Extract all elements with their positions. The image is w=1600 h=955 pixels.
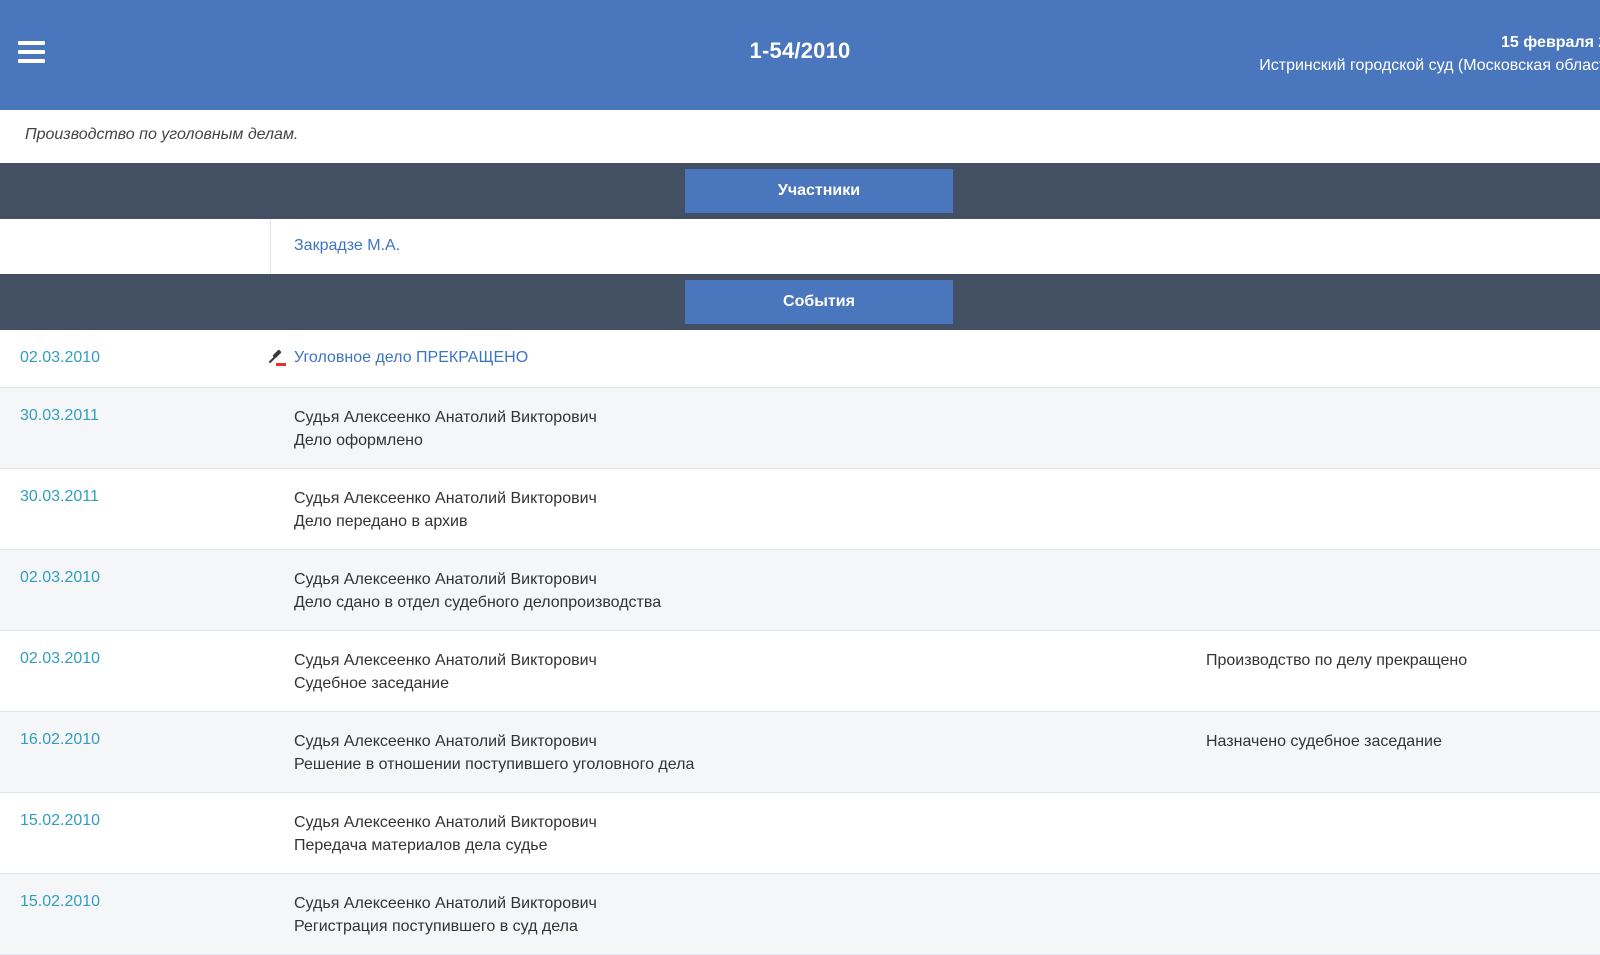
event-description: Судья Алексеенко Анатолий Викторович Суд… [294, 649, 597, 695]
event-description: Судья Алексеенко Анатолий Викторович Дел… [294, 406, 597, 452]
event-date-link[interactable]: 16.02.2010 [20, 731, 100, 749]
event-date-link[interactable]: 15.02.2010 [20, 812, 100, 830]
event-description: Судья Алексеенко Анатолий Викторович Реш… [294, 730, 694, 776]
app-header: 1-54/2010 15 февраля 2010 Истринский гор… [0, 0, 1600, 110]
event-action: Судебное заседание [294, 675, 450, 692]
proceeding-type-label: Производство по уголовным делам. [25, 126, 299, 143]
column-divider [270, 219, 271, 274]
participants-section-bar: Участники [0, 163, 1600, 219]
event-action: Дело передано в архив [294, 513, 468, 530]
event-judge: Судья Алексеенко Анатолий Викторович [294, 409, 597, 426]
event-row: 02.03.2010 Судья Алексеенко Анатолий Вик… [0, 550, 1600, 631]
event-description: Судья Алексеенко Анатолий Викторович Дел… [294, 568, 661, 614]
event-row: 16.02.2010 Судья Алексеенко Анатолий Вик… [0, 712, 1600, 793]
event-judge: Судья Алексеенко Анатолий Викторович [294, 571, 597, 588]
event-description: Судья Алексеенко Анатолий Викторович Рег… [294, 892, 597, 938]
event-judge: Судья Алексеенко Анатолий Викторович [294, 895, 597, 912]
event-date-link[interactable]: 30.03.2011 [20, 407, 99, 425]
events-section-bar: События [0, 274, 1600, 330]
event-action: Регистрация поступившего в суд дела [294, 918, 578, 935]
event-date-link[interactable]: 02.03.2010 [20, 650, 100, 668]
event-row: 15.02.2010 Судья Алексеенко Анатолий Вик… [0, 793, 1600, 874]
event-description: Судья Алексеенко Анатолий Викторович Пер… [294, 811, 597, 857]
event-description: Судья Алексеенко Анатолий Викторович Дел… [294, 487, 597, 533]
event-row: 02.03.2010 Судья Алексеенко Анатолий Вик… [0, 631, 1600, 712]
event-action: Дело оформлено [294, 432, 423, 449]
event-result: Назначено судебное заседание [1206, 733, 1442, 750]
event-row-status: 02.03.2010 Уголовное дело ПРЕКРАЩЕНО [0, 330, 1600, 388]
event-judge: Судья Алексеенко Анатолий Викторович [294, 652, 597, 669]
event-result: Производство по делу прекращено [1206, 652, 1468, 669]
participant-link[interactable]: Закрадзе М.А. [294, 237, 400, 255]
event-row: 15.02.2010 Судья Алексеенко Анатолий Вик… [0, 874, 1600, 955]
event-date-link[interactable]: 30.03.2011 [20, 488, 99, 506]
event-judge: Судья Алексеенко Анатолий Викторович [294, 733, 597, 750]
event-date-link[interactable]: 15.02.2010 [20, 893, 100, 911]
events-list: 02.03.2010 Уголовное дело ПРЕКРАЩЕНО 30.… [0, 330, 1600, 955]
event-judge: Судья Алексеенко Анатолий Викторович [294, 490, 597, 507]
case-status-link[interactable]: Уголовное дело ПРЕКРАЩЕНО [294, 349, 528, 367]
participants-tab-button[interactable]: Участники [685, 169, 953, 213]
event-action: Передача материалов дела судье [294, 837, 548, 854]
participant-row: Закрадзе М.А. [0, 219, 1600, 274]
event-row: 30.03.2011 Судья Алексеенко Анатолий Вик… [0, 388, 1600, 469]
event-row: 30.03.2011 Судья Алексеенко Анатолий Вик… [0, 469, 1600, 550]
proceeding-type: Производство по уголовным делам. [0, 110, 1600, 163]
event-action: Решение в отношении поступившего уголовн… [294, 756, 695, 773]
header-date: 15 февраля 2010 [1501, 34, 1600, 51]
events-tab-button[interactable]: События [685, 280, 953, 324]
event-judge: Судья Алексеенко Анатолий Викторович [294, 814, 597, 831]
event-date-link[interactable]: 02.03.2010 [20, 349, 100, 367]
gavel-icon [269, 349, 286, 366]
event-action: Дело сдано в отдел судебного делопроизво… [294, 594, 662, 611]
event-date-link[interactable]: 02.03.2010 [20, 569, 100, 587]
header-court-name: Истринский городской суд (Московская обл… [1259, 57, 1600, 74]
